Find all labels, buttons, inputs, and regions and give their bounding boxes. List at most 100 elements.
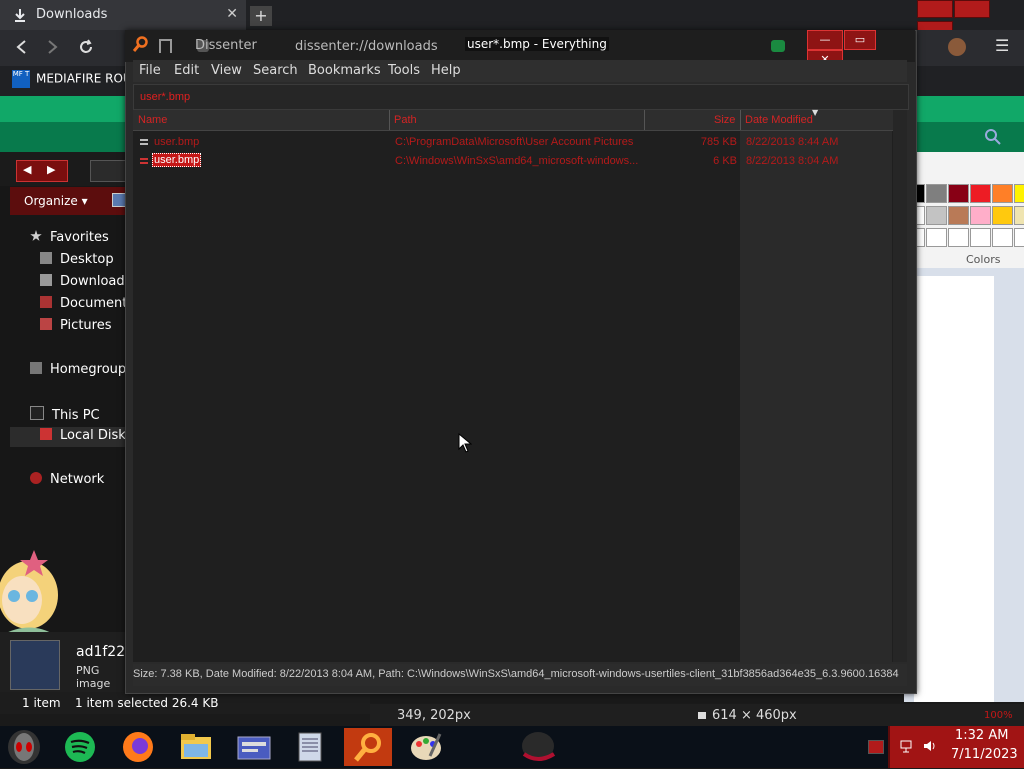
color-swatch[interactable] <box>970 206 991 225</box>
nav-item-favorites[interactable]: Favorites <box>30 230 109 245</box>
menu-edit[interactable]: Edit <box>174 63 199 78</box>
minimize-button[interactable]: — <box>807 30 843 50</box>
control-panel-icon[interactable] <box>230 728 278 766</box>
column-divider[interactable] <box>740 110 741 130</box>
column-divider[interactable] <box>644 110 645 130</box>
volume-icon[interactable] <box>922 738 938 757</box>
color-swatch[interactable] <box>926 228 947 247</box>
menu-help[interactable]: Help <box>431 63 461 78</box>
status-item-count: 1 item <box>22 696 61 710</box>
color-swatch[interactable] <box>948 184 969 203</box>
explorer-command-bar: Organize ▾ <box>10 187 130 215</box>
clock-date[interactable]: 7/11/2023 <box>951 747 1018 762</box>
documents-icon <box>40 296 52 308</box>
forward-arrow-icon[interactable]: ▶ <box>47 163 55 176</box>
color-swatch[interactable] <box>992 206 1013 225</box>
maximize-button[interactable] <box>954 0 990 18</box>
clock-time[interactable]: 1:32 AM <box>955 728 1008 743</box>
nav-label: Pictures <box>60 318 112 333</box>
column-header-name[interactable]: Name <box>138 114 167 126</box>
paint-canvas[interactable] <box>914 276 994 702</box>
color-swatch[interactable] <box>970 184 991 203</box>
dissenter-address[interactable]: dissenter://downloads <box>295 39 438 54</box>
new-tab-button[interactable]: + <box>250 6 272 26</box>
dissenter-tab-label[interactable]: Dissenter <box>195 38 257 53</box>
results-scrollbar[interactable] <box>893 110 907 662</box>
color-swatch[interactable] <box>1014 228 1024 247</box>
nav-label: Network <box>50 472 105 487</box>
nav-item-homegroup[interactable]: Homegroup <box>30 362 126 377</box>
paint-status-bar: 349, 202px 614 × 460px 100% <box>370 704 1024 726</box>
organize-button[interactable]: Organize ▾ <box>24 194 88 208</box>
nav-item-pictures[interactable]: Pictures <box>40 318 111 333</box>
column-divider[interactable] <box>389 110 390 130</box>
minimize-button[interactable] <box>917 0 953 18</box>
result-date: 8/22/2013 8:04 AM <box>746 155 839 167</box>
color-swatch[interactable] <box>948 228 969 247</box>
browser-tab-downloads[interactable]: Downloads ✕ <box>0 0 246 30</box>
start-button-alienware-icon[interactable] <box>2 728 50 766</box>
zoom-level[interactable]: 100% <box>984 710 1013 721</box>
nav-item-network[interactable]: Network <box>30 472 104 487</box>
result-row-selected[interactable]: user.bmp C:\Windows\WinSxS\amd64_microso… <box>133 153 893 171</box>
search-input[interactable] <box>138 87 902 107</box>
column-header-path[interactable]: Path <box>394 114 417 126</box>
explorer-back-forward-buttons[interactable]: ◀ ▶ <box>16 160 68 182</box>
color-swatch[interactable] <box>1014 184 1024 203</box>
result-size: 785 KB <box>700 136 737 148</box>
firefox-icon[interactable] <box>114 728 162 766</box>
reload-icon[interactable] <box>78 39 94 55</box>
menu-bar <box>133 60 907 82</box>
window-title: user*.bmp - Everything <box>465 37 609 51</box>
tray-overflow-icon[interactable] <box>868 740 884 754</box>
color-swatch[interactable] <box>992 228 1013 247</box>
file-explorer-icon[interactable] <box>172 728 220 766</box>
search-icon[interactable] <box>984 128 1002 146</box>
bookmark-icon[interactable] <box>159 39 172 53</box>
nav-item-thispc[interactable]: This PC <box>30 406 100 423</box>
network-icon <box>30 472 42 484</box>
color-swatch[interactable] <box>992 184 1013 203</box>
cursor-position: 349, 202px <box>397 708 471 723</box>
column-header-date[interactable]: Date Modified <box>745 114 813 126</box>
result-name: user.bmp <box>154 136 200 148</box>
everything-taskbar-icon[interactable] <box>344 728 392 766</box>
maximize-button[interactable]: ▭ <box>844 30 876 50</box>
color-swatch[interactable] <box>926 184 947 203</box>
menu-view[interactable]: View <box>211 63 242 78</box>
everything-window-controls: —▭✕ <box>806 30 912 70</box>
pictures-icon <box>40 318 52 330</box>
avatar[interactable] <box>948 38 966 56</box>
drive-icon <box>40 428 52 440</box>
menu-file[interactable]: File <box>139 63 161 78</box>
nav-label: Documents <box>60 296 135 311</box>
forward-icon[interactable] <box>46 39 60 55</box>
back-arrow-icon[interactable]: ◀ <box>23 163 31 176</box>
menu-tools[interactable]: Tools <box>388 63 420 78</box>
color-swatch[interactable] <box>948 206 969 225</box>
notepad-icon[interactable] <box>286 728 334 766</box>
color-swatch[interactable] <box>970 228 991 247</box>
downloads-icon <box>40 274 52 286</box>
column-header-size[interactable]: Size <box>714 114 735 126</box>
back-icon[interactable] <box>14 39 28 55</box>
bookmark-mediafire[interactable]: MF T MEDIAFIRE ROUL <box>12 70 138 88</box>
color-swatch[interactable] <box>1014 206 1024 225</box>
paint-icon[interactable] <box>402 728 450 766</box>
color-swatch[interactable] <box>926 206 947 225</box>
spotify-icon[interactable] <box>56 728 104 766</box>
network-tray-icon[interactable] <box>900 738 916 757</box>
sort-arrow-icon: ▼ <box>812 108 819 117</box>
download-icon <box>14 7 26 22</box>
result-row[interactable]: user.bmp C:\ProgramData\Microsoft\User A… <box>133 134 893 152</box>
nav-item-downloads[interactable]: Downloads <box>40 274 131 289</box>
canvas-size-icon <box>698 712 706 719</box>
nav-item-desktop[interactable]: Desktop <box>40 252 114 267</box>
extension-icon[interactable] <box>771 40 785 52</box>
menu-bookmarks[interactable]: Bookmarks <box>308 63 381 78</box>
nav-item-documents[interactable]: Documents <box>40 296 134 311</box>
star-icon <box>30 230 42 241</box>
menu-icon[interactable]: ☰ <box>995 36 1009 55</box>
close-tab-icon[interactable]: ✕ <box>226 6 238 22</box>
menu-search[interactable]: Search <box>253 63 298 78</box>
